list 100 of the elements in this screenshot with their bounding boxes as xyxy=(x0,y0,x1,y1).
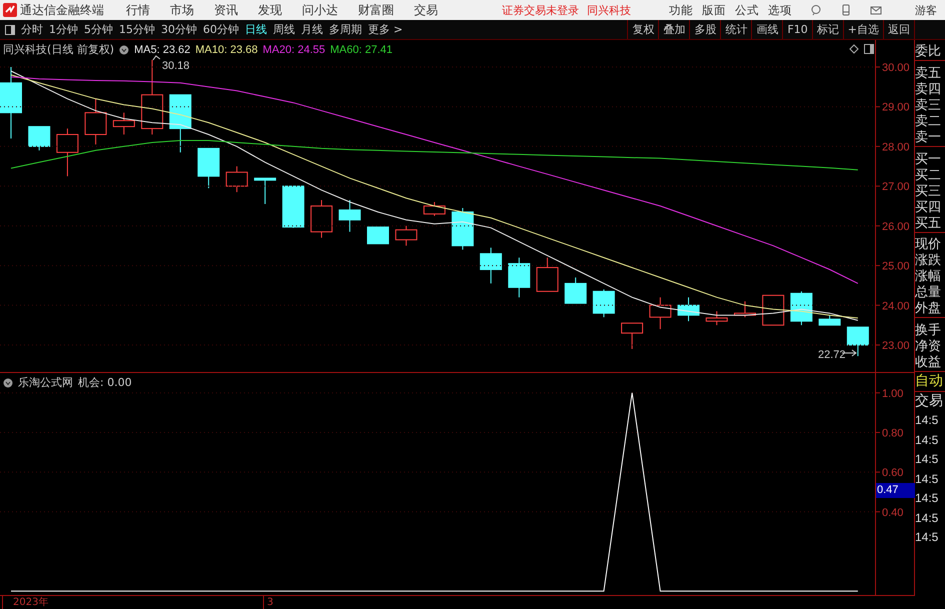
sidebar-toggle-icon[interactable] xyxy=(5,24,15,34)
menu-item[interactable]: 功能 xyxy=(669,2,693,18)
menu-item[interactable]: 资讯 xyxy=(214,2,238,18)
quote-field-label: 换手 xyxy=(915,323,942,339)
menu-item[interactable]: 版面 xyxy=(702,2,726,18)
chat-icon[interactable] xyxy=(810,4,822,16)
period-tab[interactable]: 5分钟 xyxy=(84,22,113,37)
quote-field-label: 净资 xyxy=(915,339,942,355)
candlestick xyxy=(84,98,107,145)
quote-field-label: 卖一 xyxy=(915,130,942,146)
legend-value: MA5: 23.62 xyxy=(134,44,190,56)
candlestick xyxy=(282,186,304,228)
phone-icon[interactable] xyxy=(840,4,852,16)
quote-field-label: 卖二 xyxy=(915,114,942,130)
toolbar-button[interactable]: 标记 xyxy=(812,20,843,39)
quote-field-label: 现价 xyxy=(915,237,942,254)
trade-time: 14:5 xyxy=(915,432,940,448)
toolbar-button[interactable]: 多股 xyxy=(689,20,720,39)
quote-field-label: 收益 xyxy=(915,355,942,371)
candlestick xyxy=(762,294,784,326)
menu-item[interactable]: 财富圈 xyxy=(358,2,394,18)
toolbar-button[interactable]: 画线 xyxy=(751,20,782,39)
candlestick xyxy=(508,257,530,298)
trade-label[interactable]: 交易 xyxy=(915,392,945,411)
menu-item[interactable]: 选项 xyxy=(768,2,792,18)
trade-time: 14:5 xyxy=(915,470,940,488)
dropdown-circle-icon[interactable] xyxy=(3,378,13,388)
indicator-title: 乐淘公式网 xyxy=(18,375,73,390)
menu-item[interactable]: 问小达 xyxy=(302,2,338,18)
axis-tick-label: 24.00 xyxy=(882,300,910,312)
legend-value: MA20: 24.55 xyxy=(262,44,326,56)
menu-item[interactable]: 公式 xyxy=(735,2,759,18)
axis-tick-label: 28.00 xyxy=(882,141,910,154)
candlestick xyxy=(112,112,135,136)
candlestick xyxy=(198,148,220,189)
trade-time: 14:5 xyxy=(915,490,940,507)
quote-field-label: 买五 xyxy=(915,216,942,232)
period-tab[interactable]: 周线 xyxy=(273,22,295,37)
candlestick xyxy=(649,296,672,330)
candlestick xyxy=(790,290,812,326)
candlestick xyxy=(367,226,389,244)
period-tab[interactable]: 15分钟 xyxy=(119,22,155,37)
menu-item[interactable]: 行情 xyxy=(126,2,150,18)
time-axis-label: 3 xyxy=(263,596,274,609)
period-tab[interactable]: 多周期 xyxy=(329,22,362,37)
diamond-icon[interactable] xyxy=(849,44,859,54)
axis-tick-label: 0.80 xyxy=(882,427,904,440)
trade-time: 14:5 xyxy=(915,451,940,468)
axis-tick-label: 29.00 xyxy=(882,102,910,114)
trade-label[interactable]: 自动 xyxy=(915,372,945,392)
toolbar-button[interactable]: 统计 xyxy=(720,20,752,39)
axis-tick-label: 27.00 xyxy=(882,181,910,194)
quote-field-label: 买二 xyxy=(915,168,942,184)
candlestick xyxy=(706,310,728,326)
axis-tick-label: 30.00 xyxy=(882,62,910,74)
trade-time: 14:5 xyxy=(915,510,940,526)
high-price-label: 30.18 xyxy=(162,60,190,72)
trade-time: 14:5 xyxy=(915,529,940,546)
user-name[interactable]: 游客 xyxy=(915,2,937,18)
quote-field-label: 卖四 xyxy=(915,82,942,98)
toolbar-button[interactable]: F10 xyxy=(782,20,812,39)
quote-field-label: 外盘 xyxy=(915,301,942,318)
quote-field-label: 买三 xyxy=(915,184,942,200)
period-tab[interactable]: 分时 xyxy=(21,22,43,37)
status-text: 证券交易未登录 xyxy=(502,2,579,18)
axis-tick-label: 26.00 xyxy=(882,220,910,233)
candlestick xyxy=(56,128,78,177)
axis-tick-label: 0.40 xyxy=(882,506,904,519)
panel-toggle-icon[interactable] xyxy=(864,44,874,54)
period-tab[interactable]: 1分钟 xyxy=(49,22,78,37)
indicator-reading: 机会: 0.00 xyxy=(78,375,132,390)
menu-item[interactable]: 发现 xyxy=(258,2,282,18)
axis-tick-label: 0.60 xyxy=(882,467,904,480)
status-text: 同兴科技 xyxy=(587,2,631,18)
quote-field-label: 买一 xyxy=(915,152,942,168)
dropdown-circle-icon[interactable] xyxy=(119,44,130,54)
quote-field-label: 卖三 xyxy=(915,98,942,114)
legend-value: MA60: 27.41 xyxy=(330,44,392,56)
candlestick xyxy=(28,126,50,151)
candlestick xyxy=(592,288,615,318)
period-tab[interactable]: 月线 xyxy=(301,22,323,37)
quote-field-label: 涨幅 xyxy=(915,269,942,286)
mail-icon[interactable] xyxy=(870,4,882,16)
candlestick xyxy=(226,166,248,193)
app-name: 通达信金融终端 xyxy=(20,2,104,18)
menu-item[interactable]: 交易 xyxy=(414,2,438,18)
axis-tick-label: 1.00 xyxy=(882,388,904,400)
toolbar-button[interactable]: 叠加 xyxy=(658,20,690,39)
period-tab[interactable]: 60分钟 xyxy=(203,22,239,37)
toolbar-button[interactable]: 复权 xyxy=(627,20,658,39)
toolbar-button[interactable]: 返回 xyxy=(883,20,914,39)
menu-item[interactable]: 市场 xyxy=(170,2,194,18)
more-periods-button[interactable]: 更多 > xyxy=(368,22,403,37)
candlestick xyxy=(338,200,361,232)
candlestick xyxy=(846,326,869,357)
period-tab[interactable]: 日线 xyxy=(245,22,267,37)
toolbar-button[interactable]: +自选 xyxy=(842,20,883,39)
candlestick xyxy=(818,314,841,326)
leader-line xyxy=(152,55,160,60)
period-tab[interactable]: 30分钟 xyxy=(161,22,197,37)
